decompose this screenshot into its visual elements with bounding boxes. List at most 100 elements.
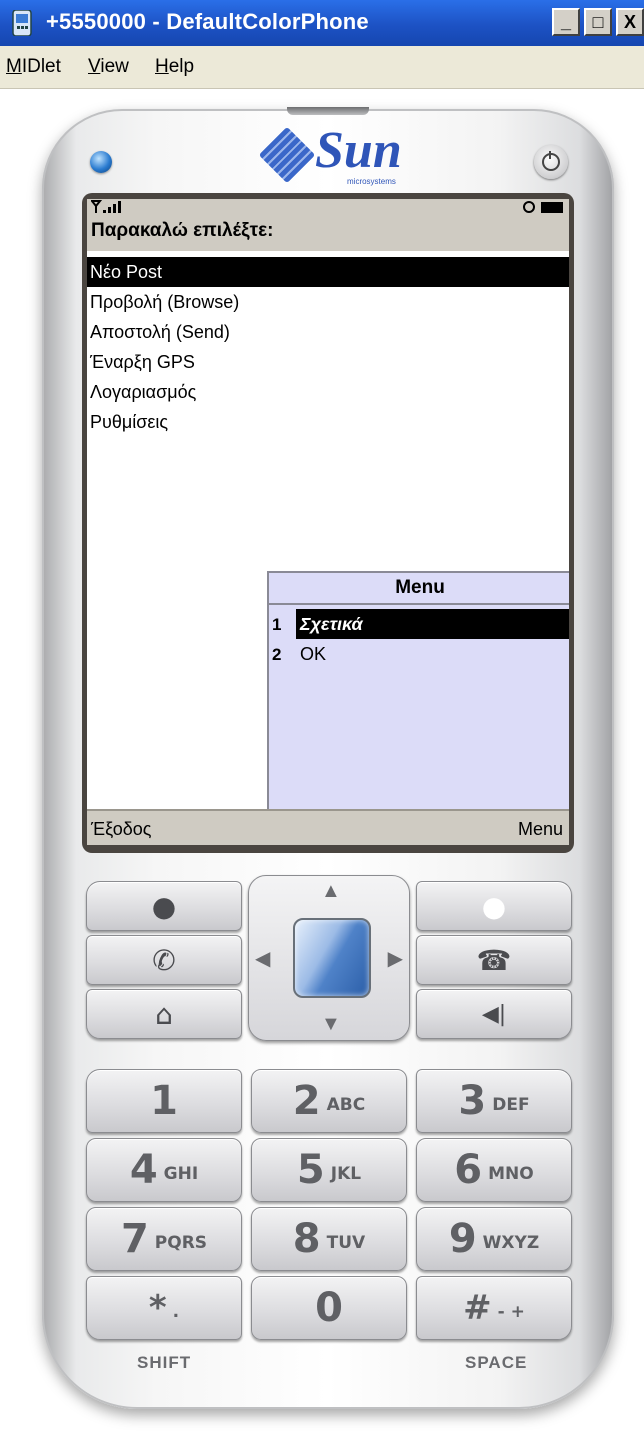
popup-item-label: Σχετικά	[296, 609, 569, 639]
sun-logo-text: Sun	[315, 122, 402, 179]
window-title-bar: +5550000 - DefaultColorPhone _ □ X	[0, 0, 644, 46]
left-softkey-label[interactable]: Έξοδος	[91, 819, 151, 840]
phone-screen: Παρακαλώ επιλέξτε: Νέο Post Προβολή (Bro…	[87, 199, 569, 845]
list-item[interactable]: Νέο Post	[87, 257, 569, 287]
end-call-button[interactable]: ☎	[416, 935, 572, 985]
key-letters: PQRS	[154, 1233, 208, 1253]
popup-menu: Menu 1 Σχετικά 2 OK	[267, 571, 569, 811]
key-digit: 7	[120, 1216, 149, 1262]
sun-logo-subtext: microsystems	[347, 177, 396, 186]
left-softkey-button[interactable]: ●	[86, 881, 242, 931]
key-letters: GHI	[163, 1164, 199, 1184]
status-led	[90, 151, 112, 173]
key-digit: 3	[458, 1078, 487, 1124]
dot-icon: ●	[481, 889, 507, 923]
key-letters: WXYZ	[482, 1233, 540, 1253]
popup-menu-item[interactable]: 1 Σχετικά	[269, 609, 569, 639]
list-item[interactable]: Ρυθμίσεις	[87, 407, 569, 437]
phone-body: Sun microsystems Παρακαλώ επιλέξτε: Νέο …	[42, 107, 614, 1409]
key-digit: 8	[292, 1216, 321, 1262]
key-1[interactable]: 1	[86, 1069, 242, 1133]
minimize-icon: _	[560, 11, 571, 32]
up-arrow-icon[interactable]: ▲	[321, 880, 341, 903]
call-button[interactable]: ✆	[86, 935, 242, 985]
status-bar	[87, 199, 569, 217]
navigation-pad[interactable]: ▲ ▼ ◀ ▶	[248, 875, 410, 1041]
key-hash[interactable]: # - +	[416, 1276, 572, 1340]
close-button[interactable]: X	[616, 8, 644, 36]
popup-item-number: 1	[272, 615, 282, 634]
window-title: +5550000 - DefaultColorPhone	[46, 9, 369, 34]
right-arrow-icon[interactable]: ▶	[388, 946, 403, 971]
dot-icon: ●	[151, 889, 177, 923]
screen-heading: Παρακαλώ επιλέξτε:	[87, 217, 569, 251]
right-softkey-button[interactable]: ●	[416, 881, 572, 931]
hang-up-icon: ☎	[476, 943, 512, 977]
key-2[interactable]: 2 ABC	[251, 1069, 407, 1133]
list-item[interactable]: Λογαριασμός	[87, 377, 569, 407]
menu-help[interactable]: Help	[155, 56, 194, 78]
signal-icon	[89, 200, 127, 217]
key-digit: 1	[150, 1078, 178, 1124]
key-letters: ABC	[326, 1095, 366, 1115]
key-6[interactable]: 6 MNO	[416, 1138, 572, 1202]
key-letters: DEF	[492, 1095, 530, 1115]
battery-icon	[541, 201, 563, 213]
shift-label: SHIFT	[137, 1353, 192, 1372]
key-digit: 0	[315, 1285, 343, 1331]
popup-menu-item[interactable]: 2 OK	[269, 639, 569, 669]
right-softkey-label[interactable]: Menu	[518, 819, 563, 840]
menu-view[interactable]: View	[88, 56, 129, 78]
menu-bar: MIDlet View Help	[0, 46, 644, 89]
key-letters: .	[172, 1302, 180, 1322]
power-icon	[542, 151, 560, 171]
down-arrow-icon[interactable]: ▼	[321, 1013, 341, 1036]
emulator-area: Sun microsystems Παρακαλώ επιλέξτε: Νέο …	[0, 89, 644, 1441]
home-icon: ⌂	[155, 997, 173, 1031]
key-letters: - +	[497, 1302, 525, 1322]
popup-item-number: 2	[272, 645, 282, 664]
list-item[interactable]: Έναρξη GPS	[87, 347, 569, 377]
phone-call-icon: ✆	[152, 943, 176, 977]
key-0[interactable]: 0	[251, 1276, 407, 1340]
option-list: Νέο Post Προβολή (Browse) Αποστολή (Send…	[87, 257, 569, 437]
sun-logo-mark	[258, 126, 316, 184]
left-arrow-icon[interactable]: ◀	[255, 946, 270, 971]
key-4[interactable]: 4 GHI	[86, 1138, 242, 1202]
key-letters: TUV	[326, 1233, 366, 1253]
screen-heading-text: Παρακαλώ επιλέξτε:	[91, 220, 274, 241]
key-digit: #	[463, 1288, 492, 1328]
key-5[interactable]: 5 JKL	[251, 1138, 407, 1202]
home-button[interactable]: ⌂	[86, 989, 242, 1039]
key-7[interactable]: 7 PQRS	[86, 1207, 242, 1271]
back-button[interactable]: ◀|	[416, 989, 572, 1039]
list-item[interactable]: Αποστολή (Send)	[87, 317, 569, 347]
space-label: SPACE	[465, 1353, 528, 1372]
key-digit: 6	[454, 1147, 483, 1193]
key-digit: *	[148, 1288, 167, 1328]
key-digit: 2	[292, 1078, 321, 1124]
minimize-button[interactable]: _	[552, 8, 580, 36]
menu-midlet[interactable]: MIDlet	[6, 56, 61, 78]
key-digit: 5	[296, 1147, 325, 1193]
key-star[interactable]: *.	[86, 1276, 242, 1340]
power-button[interactable]	[534, 145, 568, 179]
key-9[interactable]: 9 WXYZ	[416, 1207, 572, 1271]
popup-menu-title: Menu	[269, 573, 569, 605]
speaker-grille	[287, 107, 369, 115]
maximize-icon: □	[592, 11, 604, 32]
app-icon	[10, 9, 34, 37]
key-letters: JKL	[330, 1164, 362, 1184]
back-clear-icon: ◀|	[481, 1001, 507, 1027]
key-letters: MNO	[488, 1164, 534, 1184]
maximize-button[interactable]: □	[584, 8, 612, 36]
list-item[interactable]: Προβολή (Browse)	[87, 287, 569, 317]
key-digit: 9	[448, 1216, 477, 1262]
key-3[interactable]: 3 DEF	[416, 1069, 572, 1133]
popup-item-label: OK	[300, 644, 327, 664]
key-digit: 4	[129, 1147, 158, 1193]
select-button[interactable]	[293, 918, 371, 998]
softkey-bar: Έξοδος Menu	[87, 809, 569, 845]
clock-icon	[523, 201, 535, 213]
key-8[interactable]: 8 TUV	[251, 1207, 407, 1271]
